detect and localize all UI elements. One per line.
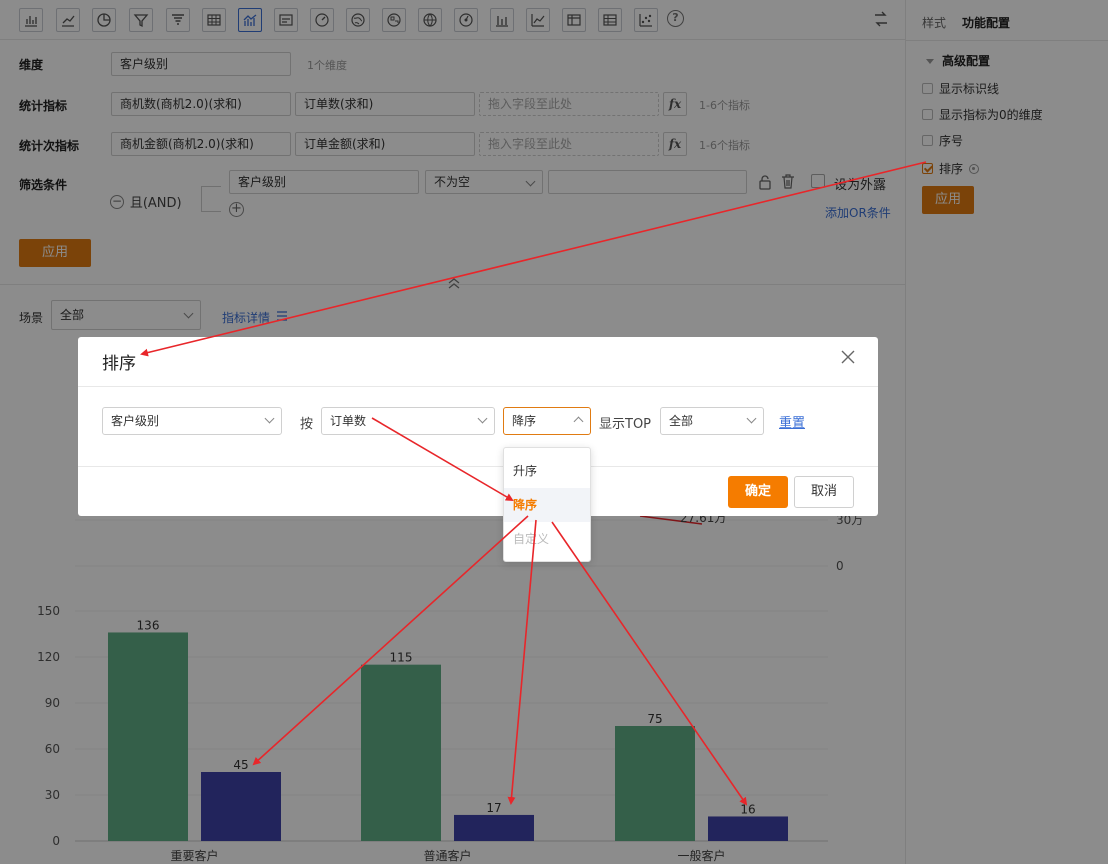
dialog-header-divider [78,386,878,387]
sort-field-select[interactable]: 客户级别 [102,407,282,435]
sort-by-value: 订单数 [330,414,367,428]
top-n-value: 全部 [669,414,694,428]
top-label: 显示TOP [599,417,652,432]
chevron-down-icon [264,413,275,424]
option-ascending[interactable]: 升序 [504,454,590,488]
confirm-button[interactable]: 确定 [728,476,788,508]
sort-field-value: 客户级别 [111,414,160,428]
by-label: 按 [300,417,314,432]
chevron-up-icon [573,416,584,427]
report-editor: ? 维度 客户级别 1个维度 统计指标 商机数(商机2.0)(求和) 订单数(求… [0,0,1108,864]
sort-dialog: 排序 客户级别 按 订单数 降序 显示TOP 全部 重置 确定 取消 [78,337,878,516]
chevron-down-icon [746,413,757,424]
cancel-button[interactable]: 取消 [794,476,854,508]
reset-link[interactable]: 重置 [779,412,805,431]
option-custom: 自定义 [513,532,550,546]
sort-order-dropdown: 升序 降序 自定义 [503,447,591,562]
chevron-down-icon [477,413,488,424]
dialog-footer-divider [78,466,878,467]
close-icon[interactable] [840,349,856,368]
sort-order-value: 降序 [512,414,537,428]
option-descending[interactable]: 降序 [504,488,590,522]
top-n-select[interactable]: 全部 [660,407,764,435]
dialog-title: 排序 [102,354,136,374]
sort-by-select[interactable]: 订单数 [321,407,495,435]
sort-order-select[interactable]: 降序 [503,407,591,435]
